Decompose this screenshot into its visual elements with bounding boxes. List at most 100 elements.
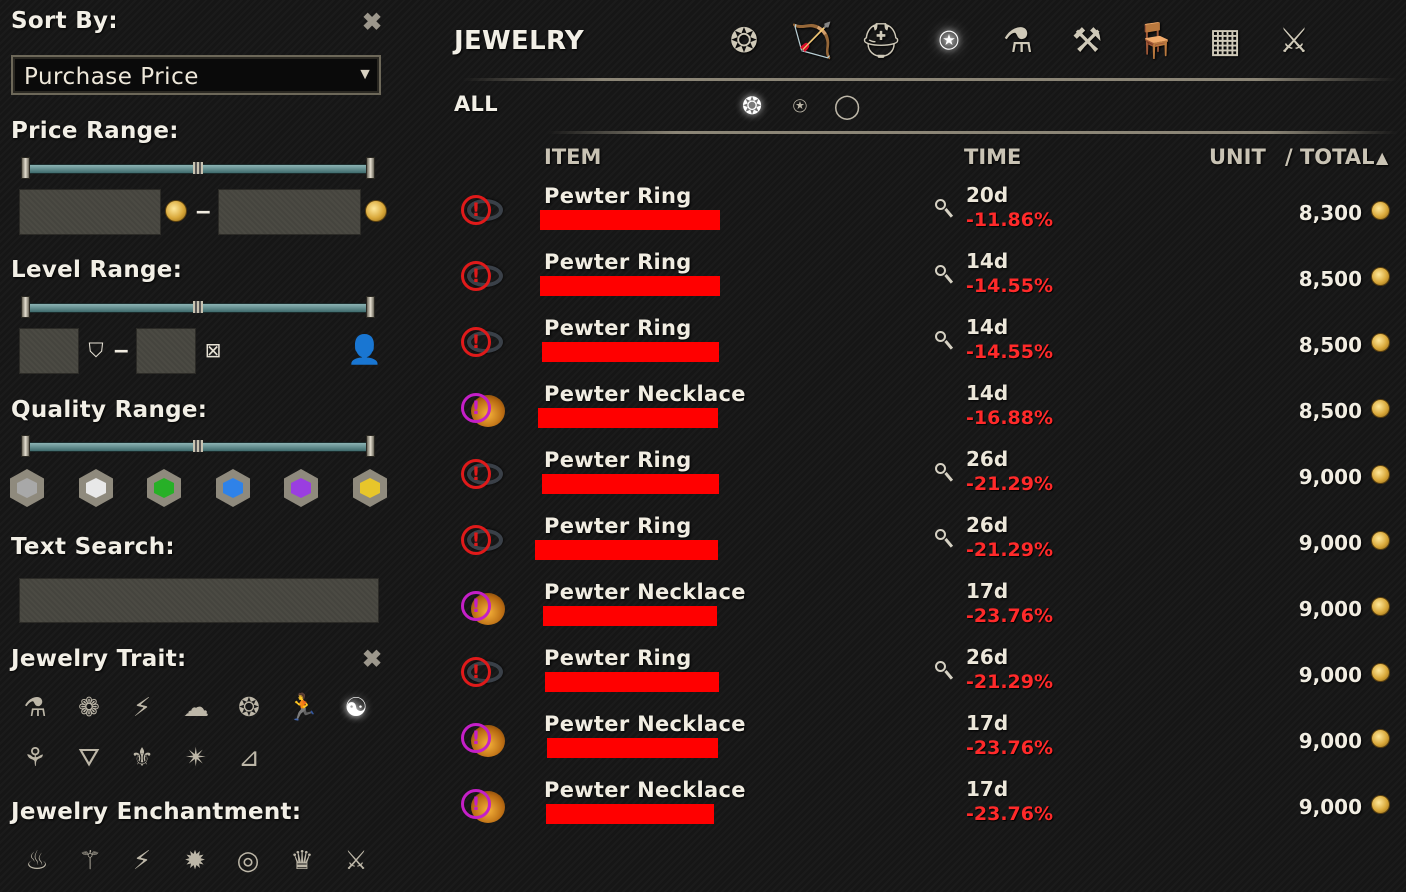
trait-arcane-icon[interactable]: ⚗	[17, 690, 53, 726]
column-item-header[interactable]: ITEM	[544, 145, 601, 169]
category-furnishing-icon[interactable]: 🪑	[1131, 16, 1181, 66]
gem-center	[86, 478, 106, 498]
magnifier-icon[interactable]	[933, 461, 954, 485]
item-name[interactable]: Pewter Ring	[544, 448, 692, 472]
column-unit-header[interactable]: UNIT	[1209, 145, 1266, 169]
ring-icon[interactable]: !	[461, 655, 507, 691]
enchant-flame-icon[interactable]: ♨	[19, 843, 55, 879]
price-max-input[interactable]	[218, 189, 361, 235]
clear-trait-icon[interactable]: ✖	[362, 648, 382, 672]
category-armor-icon[interactable]: ⛑	[856, 16, 906, 66]
category-misc-icon[interactable]: ▦	[1200, 16, 1250, 66]
magnifier-icon[interactable]	[933, 329, 954, 353]
listing-row[interactable]: ! Pewter Necklace 17d -23.76% 9,000	[455, 577, 1400, 643]
enchant-crown-icon[interactable]: ♛	[284, 843, 320, 879]
level-range-slider[interactable]	[18, 296, 378, 318]
item-name[interactable]: Pewter Ring	[544, 646, 692, 670]
listing-row[interactable]: ! Pewter Ring 26d -21.29% 9,000	[455, 445, 1400, 511]
subcategory-necklace-icon[interactable]: ⍟	[782, 88, 818, 124]
necklace-icon[interactable]: !	[461, 589, 507, 625]
range-dash: –	[114, 334, 129, 364]
listing-row[interactable]: ! Pewter Ring 26d -21.29% 9,000	[455, 511, 1400, 577]
trait-infused-icon[interactable]: ⛛	[71, 740, 107, 776]
ring-icon[interactable]: !	[461, 259, 507, 295]
listing-row[interactable]: ! Pewter Necklace 14d -16.88% 8,500	[455, 379, 1400, 445]
level-min-handle[interactable]	[21, 296, 30, 318]
item-name[interactable]: Pewter Necklace	[544, 778, 746, 802]
item-name[interactable]: Pewter Necklace	[544, 580, 746, 604]
quality-max-handle[interactable]	[366, 435, 375, 457]
item-name[interactable]: Pewter Necklace	[544, 382, 746, 406]
champion-icon[interactable]: ⊠	[201, 338, 225, 364]
level-max-input[interactable]	[136, 328, 196, 374]
trait-swift-icon[interactable]: 🏃	[285, 690, 321, 726]
trait-robust-icon[interactable]: ⚡	[124, 690, 160, 726]
necklace-icon[interactable]: !	[461, 787, 507, 823]
ring-icon[interactable]: !	[461, 193, 507, 229]
magnifier-icon[interactable]	[933, 527, 954, 551]
quality-range-slider[interactable]	[18, 435, 378, 457]
enchant-target-icon[interactable]: ◎	[230, 843, 266, 879]
listing-row[interactable]: ! Pewter Ring 14d -14.55% 8,500	[455, 313, 1400, 379]
quality-gem-trash[interactable]	[10, 469, 44, 507]
price-min-input[interactable]	[19, 189, 161, 235]
enchant-staff-icon[interactable]: ⚚	[72, 843, 108, 879]
price-range-slider[interactable]	[18, 157, 378, 179]
quality-gem-normal[interactable]	[79, 469, 113, 507]
listing-row[interactable]: ! Pewter Necklace 17d -23.76% 9,000	[455, 775, 1400, 841]
column-time-header[interactable]: TIME	[964, 145, 1021, 169]
shield-icon[interactable]: ⛉	[84, 338, 108, 364]
reset-filters-icon[interactable]: ✖	[362, 11, 382, 35]
magnifier-icon[interactable]	[933, 263, 954, 287]
quality-gem-fine[interactable]	[147, 469, 181, 507]
enchant-burst-icon[interactable]: ✹	[177, 843, 213, 879]
category-companion-icon[interactable]: ⚔	[1269, 16, 1319, 66]
necklace-icon[interactable]: !	[461, 721, 507, 757]
sort-dropdown[interactable]: Purchase Price ▼	[11, 55, 381, 95]
category-jewelry-icon[interactable]: ⍟	[924, 16, 974, 66]
enchant-shock-icon[interactable]: ⚡	[124, 843, 160, 879]
item-name[interactable]: Pewter Ring	[544, 316, 692, 340]
subcategory-all-icon[interactable]: ❂	[733, 88, 771, 126]
category-all-icon[interactable]: ❂	[719, 16, 769, 66]
listing-row[interactable]: ! Pewter Necklace 17d -23.76% 9,000	[455, 709, 1400, 775]
subcategory-ring-icon[interactable]: ◯	[829, 88, 865, 124]
trait-intricate-icon[interactable]: ⚜	[124, 740, 160, 776]
trait-ornate-icon[interactable]: ✴	[178, 740, 214, 776]
level-min-input[interactable]	[19, 328, 79, 374]
ring-icon[interactable]: !	[461, 325, 507, 361]
category-crafting-icon[interactable]: ⚒	[1062, 16, 1112, 66]
trait-harmony-icon[interactable]: ☯	[338, 690, 374, 726]
quality-gem-superior[interactable]	[216, 469, 250, 507]
quality-gem-legendary[interactable]	[353, 469, 387, 507]
price-max-handle[interactable]	[366, 157, 375, 179]
item-name[interactable]: Pewter Ring	[544, 514, 692, 538]
category-weapons-icon[interactable]: 🏹	[787, 16, 837, 66]
trait-triune-icon[interactable]: ❂	[231, 690, 267, 726]
ring-icon[interactable]: !	[461, 523, 507, 559]
category-consumables-icon[interactable]: ⚗	[993, 16, 1043, 66]
item-name[interactable]: Pewter Necklace	[544, 712, 746, 736]
trait-healthy-icon[interactable]: ❁	[71, 690, 107, 726]
column-total-header[interactable]: / TOTAL	[1285, 145, 1375, 169]
magnifier-icon[interactable]	[933, 197, 954, 221]
warning-icon: !	[461, 195, 491, 225]
text-search-input[interactable]	[19, 578, 379, 623]
item-name[interactable]: Pewter Ring	[544, 184, 692, 208]
listing-row[interactable]: ! Pewter Ring 14d -14.55% 8,500	[455, 247, 1400, 313]
quality-gem-epic[interactable]	[284, 469, 318, 507]
trait-protective-icon[interactable]: ☁	[178, 690, 214, 726]
level-max-handle[interactable]	[366, 296, 375, 318]
listing-row[interactable]: ! Pewter Ring 20d -11.86% 8,300	[455, 181, 1400, 247]
price-min-handle[interactable]	[21, 157, 30, 179]
player-level-icon[interactable]: 👤	[347, 333, 382, 369]
listing-row[interactable]: ! Pewter Ring 26d -21.29% 9,000	[455, 643, 1400, 709]
necklace-icon[interactable]: !	[461, 391, 507, 427]
trait-bloodthirsty-icon[interactable]: ⚘	[17, 740, 53, 776]
trait-shapes-icon[interactable]: ⊿	[231, 740, 267, 776]
enchant-swords-icon[interactable]: ⚔	[338, 843, 374, 879]
quality-min-handle[interactable]	[21, 435, 30, 457]
ring-icon[interactable]: !	[461, 457, 507, 493]
magnifier-icon[interactable]	[933, 659, 954, 683]
item-name[interactable]: Pewter Ring	[544, 250, 692, 274]
